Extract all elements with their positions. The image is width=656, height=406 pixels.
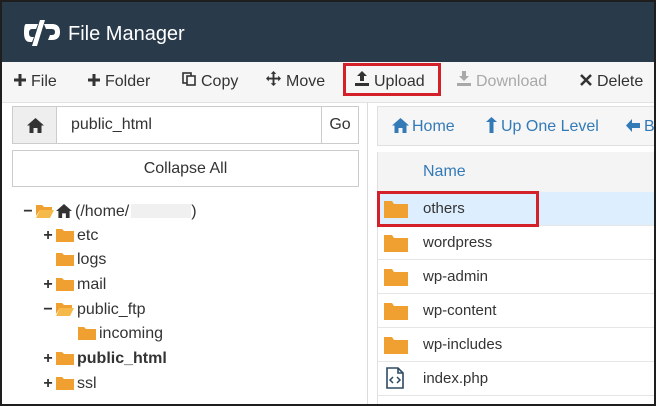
file-row-wp-includes[interactable]: wp-includes <box>378 328 654 362</box>
copy-icon <box>182 62 196 102</box>
up-one-level-label: Up One Level <box>501 118 599 135</box>
file-row-index-php[interactable]: index.php <box>378 362 654 396</box>
tree-label-mail: mail <box>77 276 107 293</box>
expand-toggle-icon[interactable]: + <box>42 372 54 396</box>
redacted-username <box>131 204 192 218</box>
path-input[interactable] <box>57 106 322 144</box>
pane-divider[interactable] <box>367 102 368 404</box>
home-icon <box>392 118 409 133</box>
tree-node-home[interactable]: − (/home/) <box>22 200 197 224</box>
move-button[interactable]: Move <box>266 62 325 102</box>
folder-icon <box>56 352 74 365</box>
download-button[interactable]: Download <box>457 62 547 102</box>
copy-button[interactable]: Copy <box>182 62 238 102</box>
tree-label-ssl: ssl <box>77 375 97 392</box>
folder-icon <box>56 278 74 291</box>
file-row-wordpress[interactable]: wordpress <box>378 226 654 260</box>
folder-icon <box>78 327 96 340</box>
tree-node-incoming[interactable]: incoming <box>78 322 163 346</box>
tree-node-etc[interactable]: + etc <box>42 224 98 248</box>
expand-toggle-icon[interactable]: + <box>42 347 54 371</box>
move-label: Move <box>286 73 326 90</box>
cpanel-logo-icon[interactable] <box>24 20 60 46</box>
expand-toggle-icon[interactable]: + <box>42 224 54 248</box>
copy-label: Copy <box>201 73 239 90</box>
new-folder-button[interactable]: Folder <box>88 62 150 102</box>
navigation-bar: Home Up One Level B <box>377 106 654 146</box>
go-button[interactable]: Go <box>321 106 359 144</box>
tree-label-home-close: ) <box>191 203 197 220</box>
folder-icon <box>56 377 74 390</box>
file-name: wp-admin <box>423 268 489 285</box>
folder-icon <box>384 235 408 252</box>
back-label: B <box>644 118 655 135</box>
file-row-wp-admin[interactable]: wp-admin <box>378 260 654 294</box>
collapse-toggle-icon[interactable]: − <box>42 298 54 322</box>
app-title: File Manager <box>68 23 185 45</box>
folder-icon <box>384 337 408 354</box>
tree-node-public-html[interactable]: + public_html <box>42 347 167 371</box>
file-manager-window: File Manager File Folder Copy Move Uploa… <box>0 0 656 406</box>
folder-open-icon <box>56 303 74 316</box>
new-folder-label: Folder <box>105 73 151 90</box>
close-x-icon <box>580 62 592 102</box>
arrow-left-icon <box>626 119 640 132</box>
level-up-icon <box>486 117 497 133</box>
home-nav-label: Home <box>412 118 455 135</box>
tree-label-etc: etc <box>77 227 99 244</box>
tree-node-public-ftp[interactable]: − public_ftp <box>42 298 146 322</box>
file-name: wp-includes <box>423 336 503 353</box>
folder-icon <box>56 253 74 266</box>
collapse-all-button[interactable]: Collapse All <box>12 150 359 187</box>
path-bar: Go <box>12 106 359 144</box>
file-name: wordpress <box>423 234 493 251</box>
name-column-header[interactable]: Name <box>378 152 654 193</box>
collapse-toggle-icon[interactable]: − <box>22 200 34 224</box>
expand-toggle-icon[interactable]: + <box>42 273 54 297</box>
up-one-level-button[interactable]: Up One Level <box>486 107 599 147</box>
folder-open-icon <box>36 205 54 218</box>
plus-icon <box>14 62 26 102</box>
tree-node-logs[interactable]: logs <box>56 248 106 272</box>
tree-label-public-ftp: public_ftp <box>77 301 146 318</box>
download-label: Download <box>476 73 548 90</box>
home-path-button[interactable] <box>12 106 57 144</box>
folder-icon <box>384 303 408 320</box>
file-name: index.php <box>423 370 489 387</box>
folder-tree: − (/home/) + etc logs + mail − public_ftp in… <box>2 198 367 404</box>
move-arrows-icon <box>266 62 281 102</box>
tree-node-mail[interactable]: + mail <box>42 273 106 297</box>
others-highlight-box <box>377 191 539 227</box>
home-icon <box>56 204 72 218</box>
tree-label-home: (/home/ <box>75 203 130 220</box>
toolbar: File Folder Copy Move Upload Download De… <box>2 62 654 103</box>
code-file-icon <box>386 367 404 389</box>
tree-label-logs: logs <box>77 251 107 268</box>
home-nav-button[interactable]: Home <box>392 107 455 147</box>
tree-label-public-html: public_html <box>77 350 167 367</box>
download-icon <box>457 62 471 102</box>
new-file-button[interactable]: File <box>14 62 57 102</box>
upload-highlight-box <box>343 63 441 96</box>
file-row-wp-content[interactable]: wp-content <box>378 294 654 328</box>
plus-icon <box>88 62 100 102</box>
folder-icon <box>384 269 408 286</box>
delete-button[interactable]: Delete <box>580 62 643 102</box>
new-file-label: File <box>31 73 57 90</box>
app-header: File Manager <box>2 2 654 62</box>
tree-label-incoming: incoming <box>99 325 164 342</box>
tree-node-ssl[interactable]: + ssl <box>42 372 97 396</box>
name-column-label: Name <box>423 163 466 180</box>
home-icon <box>27 118 44 133</box>
file-name: wp-content <box>423 302 497 319</box>
back-button[interactable]: B <box>626 107 655 147</box>
folder-icon <box>56 229 74 242</box>
delete-label: Delete <box>597 73 644 90</box>
